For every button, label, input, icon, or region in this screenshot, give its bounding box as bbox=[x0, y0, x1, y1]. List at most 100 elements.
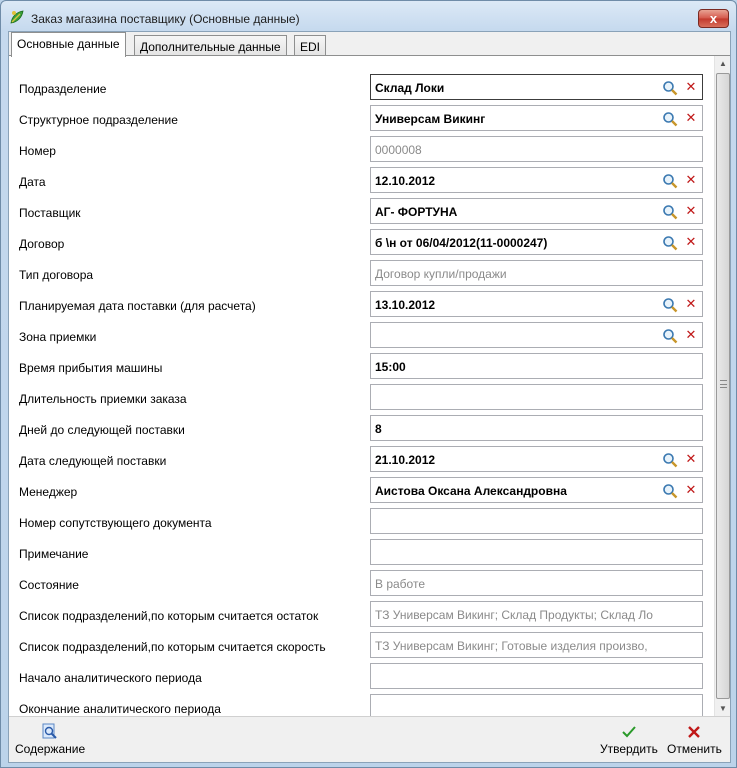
form-row: Договор б \н от 06/04/2012(11-0000247) ✕ bbox=[9, 229, 714, 255]
cancel-icon bbox=[688, 726, 701, 738]
field-input[interactable]: ТЗ Универсам Викинг; Склад Продукты; Скл… bbox=[370, 601, 703, 627]
form-row: Дней до следующей поставки 8 bbox=[9, 415, 714, 441]
clear-icon[interactable]: ✕ bbox=[685, 111, 697, 124]
clear-icon[interactable]: ✕ bbox=[685, 452, 697, 465]
form-row: Структурное подразделение Универсам Викин… bbox=[9, 105, 714, 131]
clear-icon[interactable]: ✕ bbox=[685, 328, 697, 341]
tab-additional-data[interactable]: Дополнительные данные bbox=[134, 35, 287, 56]
field-label: Время прибытия машины bbox=[19, 361, 163, 375]
field-input[interactable] bbox=[370, 508, 703, 534]
close-button[interactable]: x bbox=[698, 9, 729, 28]
clear-icon[interactable]: ✕ bbox=[685, 204, 697, 217]
form-row: Окончание аналитического периода bbox=[9, 694, 714, 716]
field-input[interactable]: АГ- ФОРТУНА ✕ bbox=[370, 198, 703, 224]
scroll-up-arrow-icon[interactable]: ▲ bbox=[715, 56, 730, 72]
form-row: Зона приемки ✕ bbox=[9, 322, 714, 348]
field-value: ТЗ Универсам Викинг; Готовые изделия про… bbox=[375, 639, 648, 653]
field-label: Зона приемки bbox=[19, 330, 97, 344]
field-label: Список подразделений,по которым считаетс… bbox=[19, 609, 319, 623]
scroll-thumb[interactable] bbox=[716, 73, 730, 699]
field-label: Планируемая дата поставки (для расчета) bbox=[19, 299, 256, 313]
field-value: АГ- ФОРТУНА bbox=[375, 205, 458, 219]
form-row: Поставщик АГ- ФОРТУНА ✕ bbox=[9, 198, 714, 224]
grip-icon bbox=[720, 380, 727, 388]
field-input[interactable]: Аистова Оксана Александровна ✕ bbox=[370, 477, 703, 503]
search-icon[interactable] bbox=[662, 111, 678, 127]
search-icon[interactable] bbox=[662, 235, 678, 251]
field-value: 12.10.2012 bbox=[375, 174, 436, 188]
field-input[interactable] bbox=[370, 694, 703, 716]
form-row: Список подразделений,по которым считаетс… bbox=[9, 601, 714, 627]
search-icon[interactable] bbox=[662, 80, 678, 96]
clear-icon[interactable]: ✕ bbox=[685, 297, 697, 310]
field-input[interactable] bbox=[370, 539, 703, 565]
clear-icon[interactable]: ✕ bbox=[685, 173, 697, 186]
form-row: Список подразделений,по которым считаетс… bbox=[9, 632, 714, 658]
checkmark-icon bbox=[622, 726, 636, 738]
field-input[interactable]: ✕ bbox=[370, 322, 703, 348]
field-label: Окончание аналитического периода bbox=[19, 702, 221, 716]
field-label: Список подразделений,по которым считаетс… bbox=[19, 640, 326, 654]
field-value: Договор купли/продажи bbox=[375, 267, 507, 281]
field-input[interactable]: Склад Локи ✕ bbox=[370, 74, 703, 100]
form-row: Время прибытия машины 15:00 bbox=[9, 353, 714, 379]
field-label: Договор bbox=[19, 237, 65, 251]
field-label: Дата следующей поставки bbox=[19, 454, 167, 468]
field-input[interactable]: В работе bbox=[370, 570, 703, 596]
search-icon[interactable] bbox=[662, 483, 678, 499]
field-label: Менеджер bbox=[19, 485, 78, 499]
field-input[interactable]: Универсам Викинг ✕ bbox=[370, 105, 703, 131]
field-input[interactable] bbox=[370, 384, 703, 410]
field-label: Начало аналитического периода bbox=[19, 671, 202, 685]
field-value: Склад Локи bbox=[375, 81, 445, 95]
field-label: Дней до следующей поставки bbox=[19, 423, 185, 437]
cancel-button[interactable]: Отменить bbox=[667, 723, 722, 756]
field-label: Номер bbox=[19, 144, 56, 158]
scroll-down-arrow-icon[interactable]: ▼ bbox=[715, 701, 730, 716]
clear-icon[interactable]: ✕ bbox=[685, 235, 697, 248]
field-value: ТЗ Универсам Викинг; Склад Продукты; Скл… bbox=[375, 608, 653, 622]
field-label: Номер сопутствующего документа bbox=[19, 516, 212, 530]
field-input[interactable]: 21.10.2012 ✕ bbox=[370, 446, 703, 472]
field-value: В работе bbox=[375, 577, 426, 591]
contents-label: Содержание bbox=[15, 742, 86, 756]
contents-icon bbox=[42, 723, 57, 739]
field-label: Состояние bbox=[19, 578, 79, 592]
field-value: Аистова Оксана Александровна bbox=[375, 484, 567, 498]
vertical-scrollbar[interactable]: ▲ ▼ bbox=[714, 56, 730, 716]
field-input[interactable]: б \н от 06/04/2012(11-0000247) ✕ bbox=[370, 229, 703, 255]
field-input[interactable]: Договор купли/продажи bbox=[370, 260, 703, 286]
form-row: Подразделение Склад Локи ✕ bbox=[9, 74, 714, 100]
field-input[interactable]: 8 bbox=[370, 415, 703, 441]
form-row: Тип договора Договор купли/продажи bbox=[9, 260, 714, 286]
field-input[interactable]: 12.10.2012 ✕ bbox=[370, 167, 703, 193]
approve-label: Утвердить bbox=[600, 742, 658, 756]
field-input[interactable]: ТЗ Универсам Викинг; Готовые изделия про… bbox=[370, 632, 703, 658]
field-value: 21.10.2012 bbox=[375, 453, 436, 467]
tab-edi[interactable]: EDI bbox=[294, 35, 327, 56]
search-icon[interactable] bbox=[662, 173, 678, 189]
form-row: Планируемая дата поставки (для расчета) 1… bbox=[9, 291, 714, 317]
clear-icon[interactable]: ✕ bbox=[685, 80, 697, 93]
field-value: 8 bbox=[375, 422, 382, 436]
main-data-panel: Подразделение Склад Локи ✕ Структурное подр… bbox=[9, 55, 730, 716]
field-input[interactable]: 0000008 bbox=[370, 136, 703, 162]
search-icon[interactable] bbox=[662, 328, 678, 344]
title-bar[interactable]: Заказ магазина поставщику (Основные данн… bbox=[1, 1, 736, 29]
field-label: Структурное подразделение bbox=[19, 113, 178, 127]
contents-button[interactable]: Содержание bbox=[15, 723, 85, 756]
field-label: Длительность приемки заказа bbox=[19, 392, 187, 406]
clear-icon[interactable]: ✕ bbox=[685, 483, 697, 496]
approve-button[interactable]: Утвердить bbox=[600, 723, 658, 756]
field-input[interactable]: 13.10.2012 ✕ bbox=[370, 291, 703, 317]
search-icon[interactable] bbox=[662, 204, 678, 220]
field-input[interactable]: 15:00 bbox=[370, 353, 703, 379]
search-icon[interactable] bbox=[662, 452, 678, 468]
field-value: 13.10.2012 bbox=[375, 298, 436, 312]
form-row: Менеджер Аистова Оксана Александровна ✕ bbox=[9, 477, 714, 503]
field-label: Тип договора bbox=[19, 268, 94, 282]
cancel-label: Отменить bbox=[667, 742, 722, 756]
search-icon[interactable] bbox=[662, 297, 678, 313]
field-input[interactable] bbox=[370, 663, 703, 689]
tab-main-data[interactable]: Основные данные bbox=[11, 32, 126, 57]
